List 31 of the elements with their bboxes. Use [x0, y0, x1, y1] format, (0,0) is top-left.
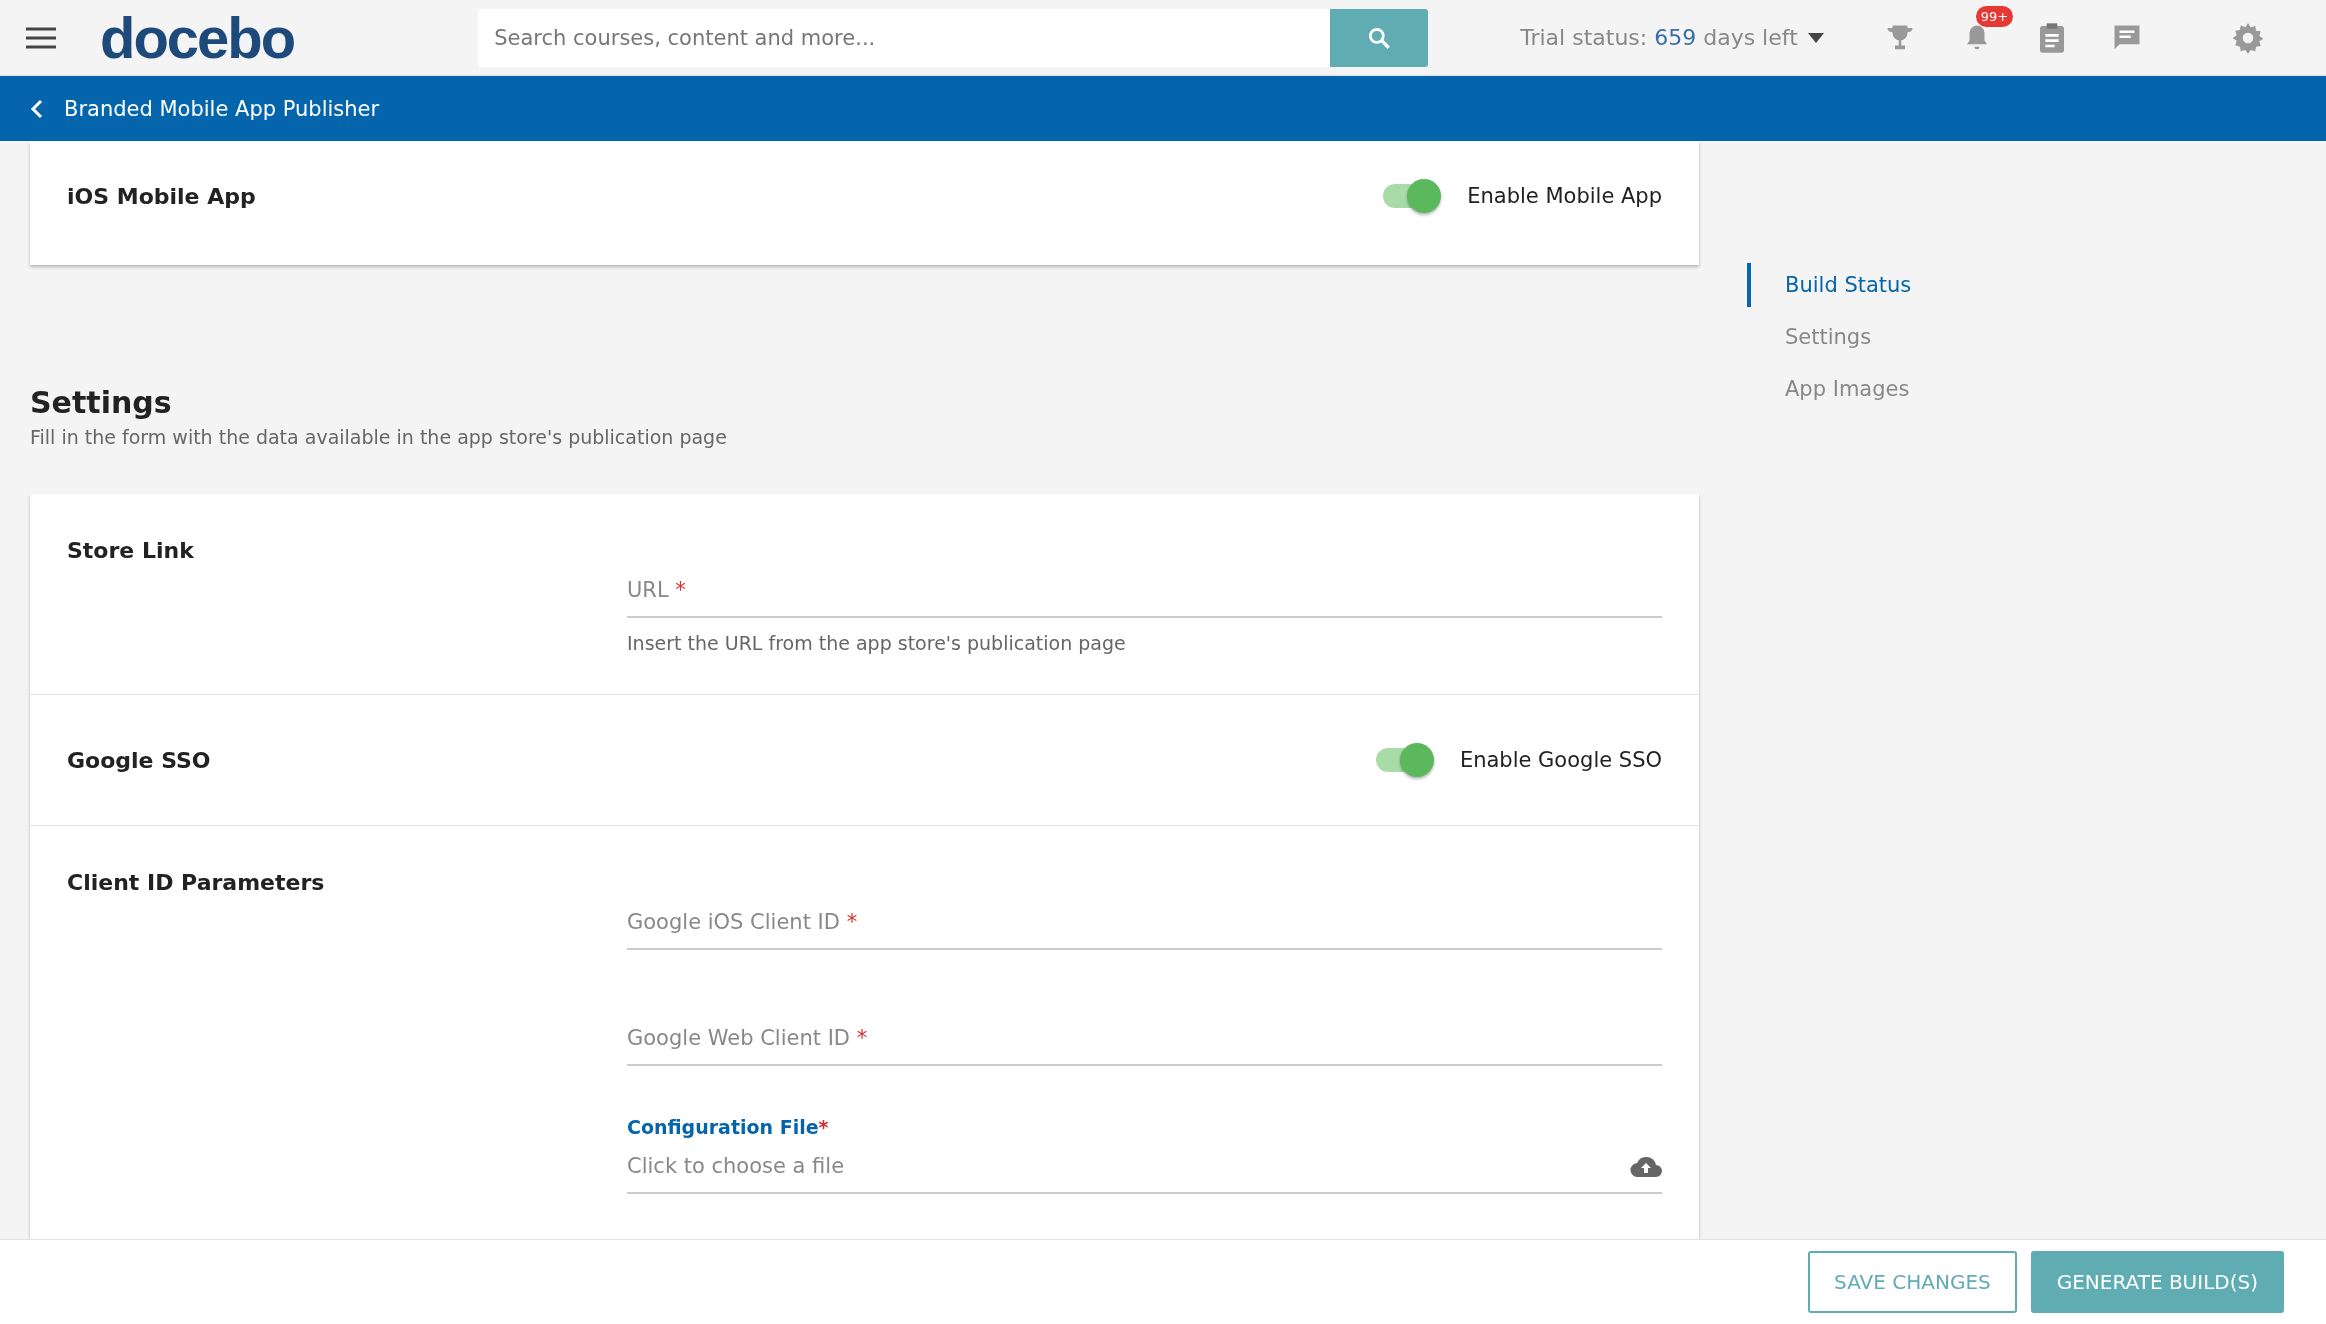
nav-link[interactable]: Settings [1747, 315, 1946, 359]
action-button[interactable]: SAVE CHANGES [1808, 1251, 2017, 1313]
field-label: Configuration File* [627, 1116, 830, 1138]
back-icon[interactable] [30, 97, 44, 120]
section-title: iOS Mobile App [67, 183, 257, 209]
page-title: Branded Mobile App Publisher [64, 96, 380, 121]
field-hint: Insert the URL from the app store's publication page [627, 632, 1127, 654]
nav-link[interactable]: Build Status [1747, 263, 1946, 307]
settings-icon[interactable] [2231, 21, 2264, 54]
nav-link[interactable]: App Images [1747, 367, 1946, 411]
input-field[interactable]: Google iOS Client ID * [627, 896, 1662, 950]
input-field[interactable]: Google Web Client ID * [627, 1012, 1662, 1066]
cloud-upload-icon [1630, 1155, 1662, 1177]
input-field[interactable]: URL * [627, 564, 1662, 618]
section-title: Client ID Parameters [67, 870, 326, 895]
section-title: Store Link [67, 538, 195, 563]
search-button[interactable] [1330, 8, 1429, 67]
settings-subtitle: Fill in the form with the data available in the app store's publication page [30, 426, 728, 448]
section-title: Google SSO [67, 747, 212, 773]
menu-icon[interactable] [26, 26, 56, 49]
notification-badge: 99+ [1975, 5, 2014, 27]
search-field[interactable]: Search courses, content and more... [478, 8, 1331, 67]
toggle-label: Enable Google SSO [1459, 748, 1662, 772]
clipboard-icon[interactable] [2037, 21, 2066, 54]
action-button[interactable]: GENERATE BUILD(S) [2030, 1251, 2284, 1313]
caret-icon[interactable] [1807, 32, 1824, 43]
logo[interactable]: docebo [100, 4, 295, 71]
file-input-field[interactable]: Click to choose a file [627, 1152, 1662, 1194]
trial-status[interactable]: Trial status: 659 days left [1520, 25, 1798, 50]
settings-heading: Settings [30, 385, 173, 420]
toggle-label: Enable Mobile App [1467, 184, 1662, 208]
